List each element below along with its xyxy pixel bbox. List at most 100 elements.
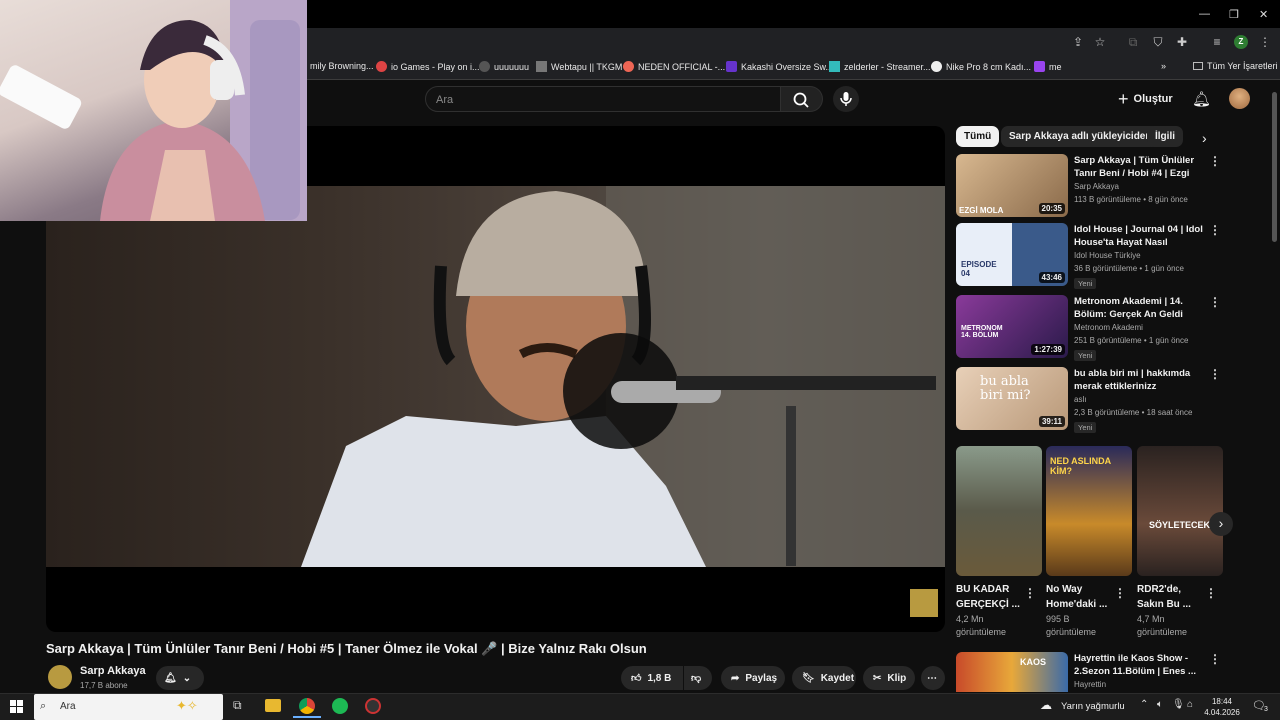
dislike-button[interactable]: 👎︎	[684, 666, 712, 690]
save-button[interactable]: 🔖︎ Kaydet	[792, 666, 856, 690]
mic-icon[interactable]: 🎙︎	[1172, 699, 1185, 710]
bookmark-item[interactable]: me	[1034, 61, 1062, 72]
video-thumbnail[interactable]: EZGİ MOLA 20:35	[956, 154, 1068, 217]
more-vert-icon[interactable]: ⋮	[1209, 652, 1221, 666]
weather-text[interactable]: Yarın yağmurlu	[1061, 701, 1125, 712]
clock-date[interactable]: 4.04.2026	[1204, 708, 1240, 717]
short-item[interactable]: BU KADAR GERÇEKÇİ ... 4,2 Mn görüntüleme…	[956, 446, 1042, 639]
chip-related[interactable]: İlgili	[1147, 126, 1183, 147]
app-icon[interactable]	[365, 698, 381, 714]
bookmark-item[interactable]: NEDEN OFFICIAL -...	[623, 61, 725, 72]
video-thumbnail[interactable]: bu abla biri mi? 39:11	[956, 367, 1068, 430]
shorts-next-button[interactable]: ›	[1209, 512, 1233, 536]
network-icon[interactable]: ⌂	[1187, 699, 1193, 710]
video-title[interactable]: Metronom Akademi | 14. Bölüm: Gerçek An …	[1074, 295, 1206, 321]
more-vert-icon[interactable]: ⋮	[1114, 586, 1126, 600]
channel-name[interactable]: Sarp Akkaya	[1074, 182, 1119, 191]
avatar[interactable]	[1229, 88, 1250, 109]
bookmark-item[interactable]: uuuuuuu	[479, 61, 529, 72]
list-item[interactable]: KAOS Hayrettin ile Kaos Show - 2.Sezon 1…	[956, 652, 1221, 692]
short-thumbnail[interactable]: SÖYLETECEKTİ	[1137, 446, 1223, 576]
more-vert-icon[interactable]: ⋮	[1209, 223, 1221, 237]
bookmark-item[interactable]: Webtapu || TKGM	[536, 61, 622, 72]
short-item[interactable]: NED ASLINDA KİM? No Way Home'daki ... 99…	[1046, 446, 1132, 639]
short-thumbnail[interactable]: NED ASLINDA KİM?	[1046, 446, 1132, 576]
bell-icon[interactable]: 🔔︎	[1192, 90, 1211, 108]
short-title[interactable]: RDR2'de, Sakın Bu ...	[1137, 582, 1209, 612]
channel-name[interactable]: Sarp Akkaya	[80, 665, 146, 677]
video-thumbnail[interactable]: METRONOM 14. BÖLÜM 1:27:39	[956, 295, 1068, 358]
channel-avatar[interactable]	[48, 665, 72, 689]
search-icon	[793, 92, 809, 108]
scrollbar-thumb[interactable]	[1272, 92, 1277, 242]
channel-name[interactable]: Metronom Akademi	[1074, 323, 1143, 332]
windows-start-icon[interactable]	[10, 700, 23, 713]
speaker-icon[interactable]: 🔈︎	[1157, 699, 1163, 710]
profile-avatar[interactable]: Z	[1234, 35, 1248, 49]
more-vert-icon[interactable]: ⋮	[1209, 154, 1221, 168]
minimize-icon[interactable]: —	[1199, 8, 1210, 20]
short-thumbnail[interactable]	[956, 446, 1042, 576]
file-explorer-icon[interactable]	[265, 699, 281, 712]
bookmark-item[interactable]: io Games - Play on i...	[376, 61, 480, 72]
bookmark-item[interactable]: Nike Pro 8 cm Kadı...	[931, 61, 1031, 72]
bookmark-item[interactable]: zelderler - Streamer...	[829, 61, 931, 72]
channel-name[interactable]: Idol House Türkiye	[1074, 251, 1141, 260]
chrome-icon[interactable]	[299, 698, 315, 714]
short-title[interactable]: No Way Home'daki ...	[1046, 582, 1118, 612]
subscribe-bell-button[interactable]: 🔔︎ ⌄	[156, 666, 204, 690]
create-button[interactable]: + Oluştur	[1118, 88, 1178, 110]
all-bookmarks[interactable]: Tüm Yer İşaretleri	[1193, 61, 1278, 71]
share-button[interactable]: ➦ Paylaş	[721, 666, 785, 690]
more-actions-button[interactable]: ⋯	[921, 666, 945, 690]
shield-icon[interactable]: ⛉	[1151, 35, 1165, 49]
spotify-icon[interactable]	[332, 698, 348, 714]
star-icon[interactable]: ☆	[1093, 35, 1107, 49]
bookmark-item[interactable]: mily Browning...	[310, 61, 374, 71]
channel-name[interactable]: aslı	[1074, 395, 1086, 404]
clip-button[interactable]: ✂ Klip	[863, 666, 915, 690]
search-input[interactable]: Ara	[425, 86, 781, 112]
clock-time[interactable]: 18:44	[1204, 697, 1240, 706]
share-icon: ➦	[731, 672, 740, 684]
channel-name[interactable]: Hayrettin	[1074, 680, 1106, 689]
more-vert-icon[interactable]: ⋮	[1205, 586, 1217, 600]
chevron-right-icon[interactable]: ›	[1202, 130, 1207, 146]
chevron-up-icon[interactable]: ⌃	[1140, 699, 1148, 710]
list-item[interactable]: METRONOM 14. BÖLÜM 1:27:39 Metronom Akad…	[956, 295, 1221, 361]
more-bookmarks-icon[interactable]: »	[1161, 61, 1166, 71]
subscriber-count: 17,7 B abone	[80, 681, 128, 690]
video-title[interactable]: bu abla biri mi | hakkımda merak ettikle…	[1074, 367, 1206, 393]
bookmark-icon	[623, 61, 634, 72]
short-title[interactable]: BU KADAR GERÇEKÇİ ...	[956, 582, 1028, 612]
video-title[interactable]: Hayrettin ile Kaos Show - 2.Sezon 11.Böl…	[1074, 652, 1206, 678]
search-button[interactable]	[781, 86, 823, 112]
more-vert-icon[interactable]: ⋮	[1209, 295, 1221, 309]
close-icon[interactable]: ✕	[1259, 8, 1268, 21]
voice-search-button[interactable]	[833, 86, 859, 112]
cast-icon[interactable]: ⇪	[1071, 35, 1085, 49]
puzzle-icon[interactable]: ✚	[1175, 35, 1189, 49]
menu-icon[interactable]: ⋮	[1258, 35, 1272, 49]
restore-icon[interactable]: ❐	[1229, 8, 1239, 21]
bookmark-item[interactable]: Kakashi Oversize Sw...	[726, 61, 833, 72]
channel-watermark[interactable]	[910, 589, 938, 617]
chip-all[interactable]: Tümü	[956, 126, 1000, 147]
video-title[interactable]: Idol House | Journal 04 | Idol House'ta …	[1074, 223, 1206, 250]
more-vert-icon[interactable]: ⋮	[1209, 367, 1221, 381]
more-vert-icon[interactable]: ⋮	[1024, 586, 1036, 600]
media-icon[interactable]: ≡	[1210, 35, 1224, 49]
short-item[interactable]: SÖYLETECEKTİ RDR2'de, Sakın Bu ... 4,7 M…	[1137, 446, 1223, 639]
video-frame[interactable]	[46, 186, 945, 567]
task-view-icon[interactable]: ⧉	[233, 698, 242, 713]
like-button[interactable]: 👍︎ 1,8 B	[621, 666, 683, 690]
list-item[interactable]: EPISODE 04 43:46 Idol House | Journal 04…	[956, 223, 1221, 289]
extension-disabled-icon[interactable]: ⧉	[1126, 35, 1140, 49]
video-title[interactable]: Sarp Akkaya | Tüm Ünlüler Tanır Beni / H…	[1074, 154, 1206, 181]
video-thumbnail[interactable]: EPISODE 04 43:46	[956, 223, 1068, 286]
list-item[interactable]: bu abla biri mi? 39:11 bu abla biri mi |…	[956, 367, 1221, 433]
list-item[interactable]: EZGİ MOLA 20:35 Sarp Akkaya | Tüm Ünlüle…	[956, 154, 1221, 220]
video-meta: 251 B görüntüleme • 1 gün önce	[1074, 336, 1189, 345]
video-thumbnail[interactable]: KAOS	[956, 652, 1068, 692]
chip-from-uploader[interactable]: Sarp Akkaya adlı yükleyiciden	[1001, 126, 1160, 147]
